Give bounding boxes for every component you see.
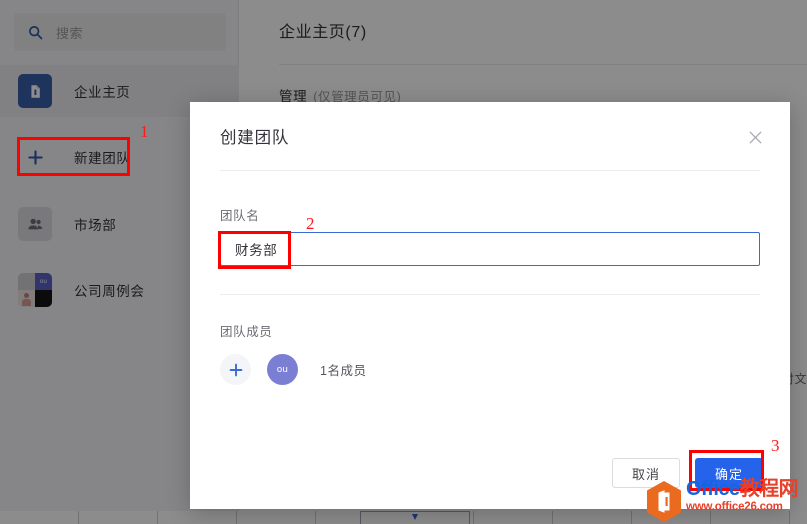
dialog-footer: 取消 确定 xyxy=(190,437,790,509)
plus-icon xyxy=(229,363,242,376)
dialog-title: 创建团队 xyxy=(220,129,290,147)
team-name-input[interactable]: 财务部 xyxy=(220,232,760,266)
avatar[interactable]: ou xyxy=(267,354,298,385)
team-name-label: 团队名 xyxy=(220,209,260,223)
team-members-label: 团队成员 xyxy=(220,325,273,339)
dialog-body: 团队名 财务部 团队成员 ou 1名成员 xyxy=(190,205,790,385)
create-team-dialog: 创建团队 团队名 财务部 团队成员 ou 1名成员 取消 确定 xyxy=(190,102,790,509)
member-count-label: 1名成员 xyxy=(320,364,367,378)
confirm-button[interactable]: 确定 xyxy=(695,458,763,488)
field-divider xyxy=(220,294,760,295)
close-icon[interactable] xyxy=(746,128,764,146)
dialog-header: 创建团队 xyxy=(190,102,790,170)
cancel-button[interactable]: 取消 xyxy=(612,458,680,488)
app-root: 搜索 企业主页 新建团队 市场部 ou 公司周例会 企业主页(7) 管理 (仅管… xyxy=(0,0,807,524)
team-members-row: ou 1名成员 xyxy=(220,354,760,385)
dialog-header-divider xyxy=(220,170,760,171)
add-member-button[interactable] xyxy=(220,354,251,385)
